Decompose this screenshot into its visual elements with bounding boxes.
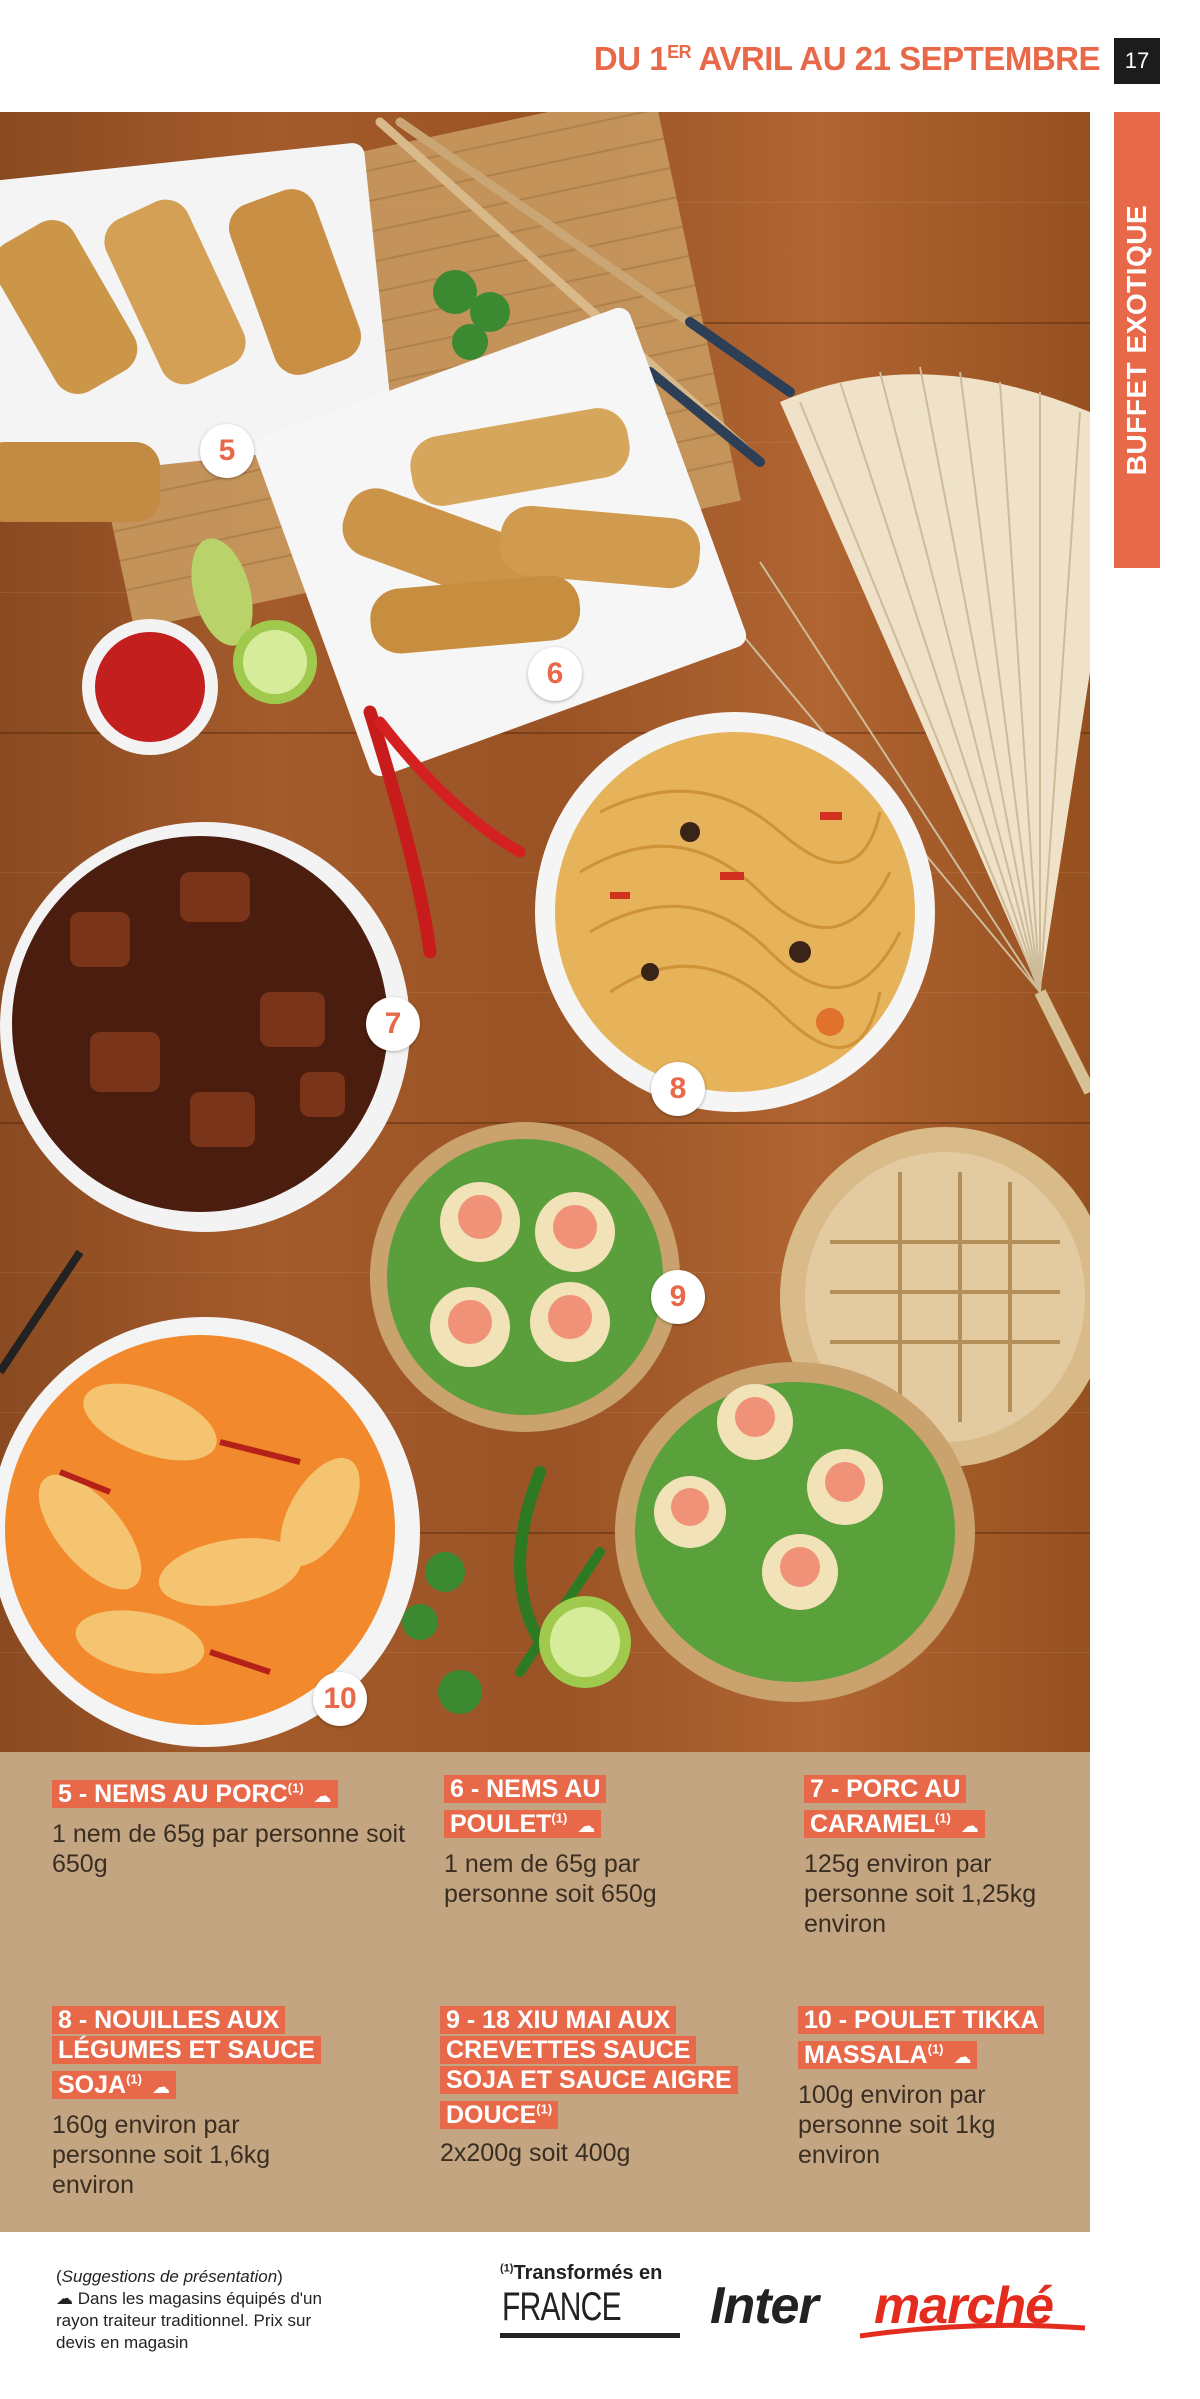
- product-item-9: 9 - 18 XIU MAI AUX CREVETTES SAUCE SOJA …: [440, 2005, 760, 2168]
- badge-9: 9: [651, 1270, 705, 1324]
- product-title: 5 - NEMS AU PORC(1) ☁: [52, 1780, 338, 1809]
- date-range: DU 1ER AVRIL AU 21 SEPTEMBRE: [560, 40, 1101, 78]
- footnote-text: Dans les magasins équipés d'un rayon tra…: [56, 2289, 322, 2352]
- chef-hat-icon: ☁: [577, 1816, 596, 1837]
- product-desc: 1 nem de 65g par personne soit 650g: [52, 1820, 406, 1879]
- product-desc: 160g environ par personne soit 1,6kg env…: [52, 2111, 271, 2200]
- product-desc: 1 nem de 65g par personne soit 650g: [444, 1850, 657, 1909]
- product-desc: 2x200g soit 400g: [440, 2139, 631, 2168]
- dim-sum-steamer-open: [370, 1122, 680, 1432]
- product-item-7: 7 - PORC AU CARAMEL(1) ☁ 125g environ pa…: [804, 1774, 1036, 1939]
- black-chopsticks: [0, 1249, 84, 1375]
- product-desc: 125g environ par personne soit 1,25kg en…: [804, 1850, 1037, 1939]
- chef-hat-icon: ☁: [151, 2077, 170, 2098]
- france-line1: Transformés en: [513, 2262, 663, 2284]
- chef-hat-icon: ☁: [953, 2047, 972, 2068]
- product-item-8: 8 - NOUILLES AUX LÉGUMES ET SAUCE SOJA(1…: [52, 2005, 342, 2200]
- transformes-en-france-label: (1)Transformés en FRANCE: [500, 2262, 690, 2338]
- intermarche-logo[interactable]: Inter marché: [710, 2276, 1090, 2346]
- product-item-10: 10 - POULET TIKKA MASSALA(1) ☁ 100g envi…: [798, 2005, 1088, 2170]
- product-desc: 100g environ par personne soit 1kg envir…: [798, 2081, 996, 2170]
- food-illustration: [0, 112, 1090, 1747]
- date-prefix: DU 1: [593, 40, 668, 77]
- badge-6: 6: [528, 647, 582, 701]
- product-title: 6 - NEMS AU POULET(1) ☁: [444, 1775, 607, 1839]
- badge-10: 10: [313, 1672, 367, 1726]
- section-tab-label: BUFFET EXOTIQUE: [1121, 204, 1152, 476]
- product-title: 8 - NOUILLES AUX LÉGUMES ET SAUCE SOJA(1…: [52, 2006, 321, 2100]
- chef-hat-icon: ☁: [313, 1786, 332, 1807]
- product-item-6: 6 - NEMS AU POULET(1) ☁ 1 nem de 65g par…: [444, 1774, 657, 1909]
- food-photo: 5 6 7 8 9 10: [0, 112, 1090, 1752]
- dim-sum-steamer-second: [615, 1362, 975, 1702]
- date-sup: ER: [667, 42, 692, 62]
- badge-8: 8: [651, 1062, 705, 1116]
- badge-5: 5: [200, 424, 254, 478]
- suggestion-text: Suggestions de présentation: [61, 2267, 278, 2286]
- product-title: 7 - PORC AU CARAMEL(1) ☁: [804, 1775, 985, 1839]
- porc-caramel-bowl: [0, 822, 410, 1232]
- page-number: 17: [1114, 38, 1160, 84]
- date-suffix: AVRIL AU 21 SEPTEMBRE: [691, 40, 1101, 77]
- chef-hat-icon: ☁: [56, 2289, 73, 2308]
- product-title: 10 - POULET TIKKA MASSALA(1) ☁: [798, 2006, 1044, 2070]
- product-item-5: 5 - NEMS AU PORC(1) ☁ 1 nem de 65g par p…: [52, 1774, 412, 1879]
- section-tab[interactable]: BUFFET EXOTIQUE: [1114, 112, 1160, 568]
- logo-swoosh: [859, 2322, 1086, 2339]
- france-underline: [500, 2333, 680, 2338]
- product-info-panel: 5 - NEMS AU PORC(1) ☁ 1 nem de 65g par p…: [0, 1752, 1090, 2232]
- product-title: 9 - 18 XIU MAI AUX CREVETTES SAUCE SOJA …: [440, 2006, 738, 2130]
- badge-7: 7: [366, 997, 420, 1051]
- noodles-bowl: [535, 712, 935, 1112]
- footnote: (Suggestions de présentation) ☁ Dans les…: [56, 2267, 322, 2352]
- france-line2: FRANCE: [502, 2285, 622, 2329]
- chef-hat-icon: ☁: [960, 1816, 979, 1837]
- green-chili: [514, 1466, 546, 1648]
